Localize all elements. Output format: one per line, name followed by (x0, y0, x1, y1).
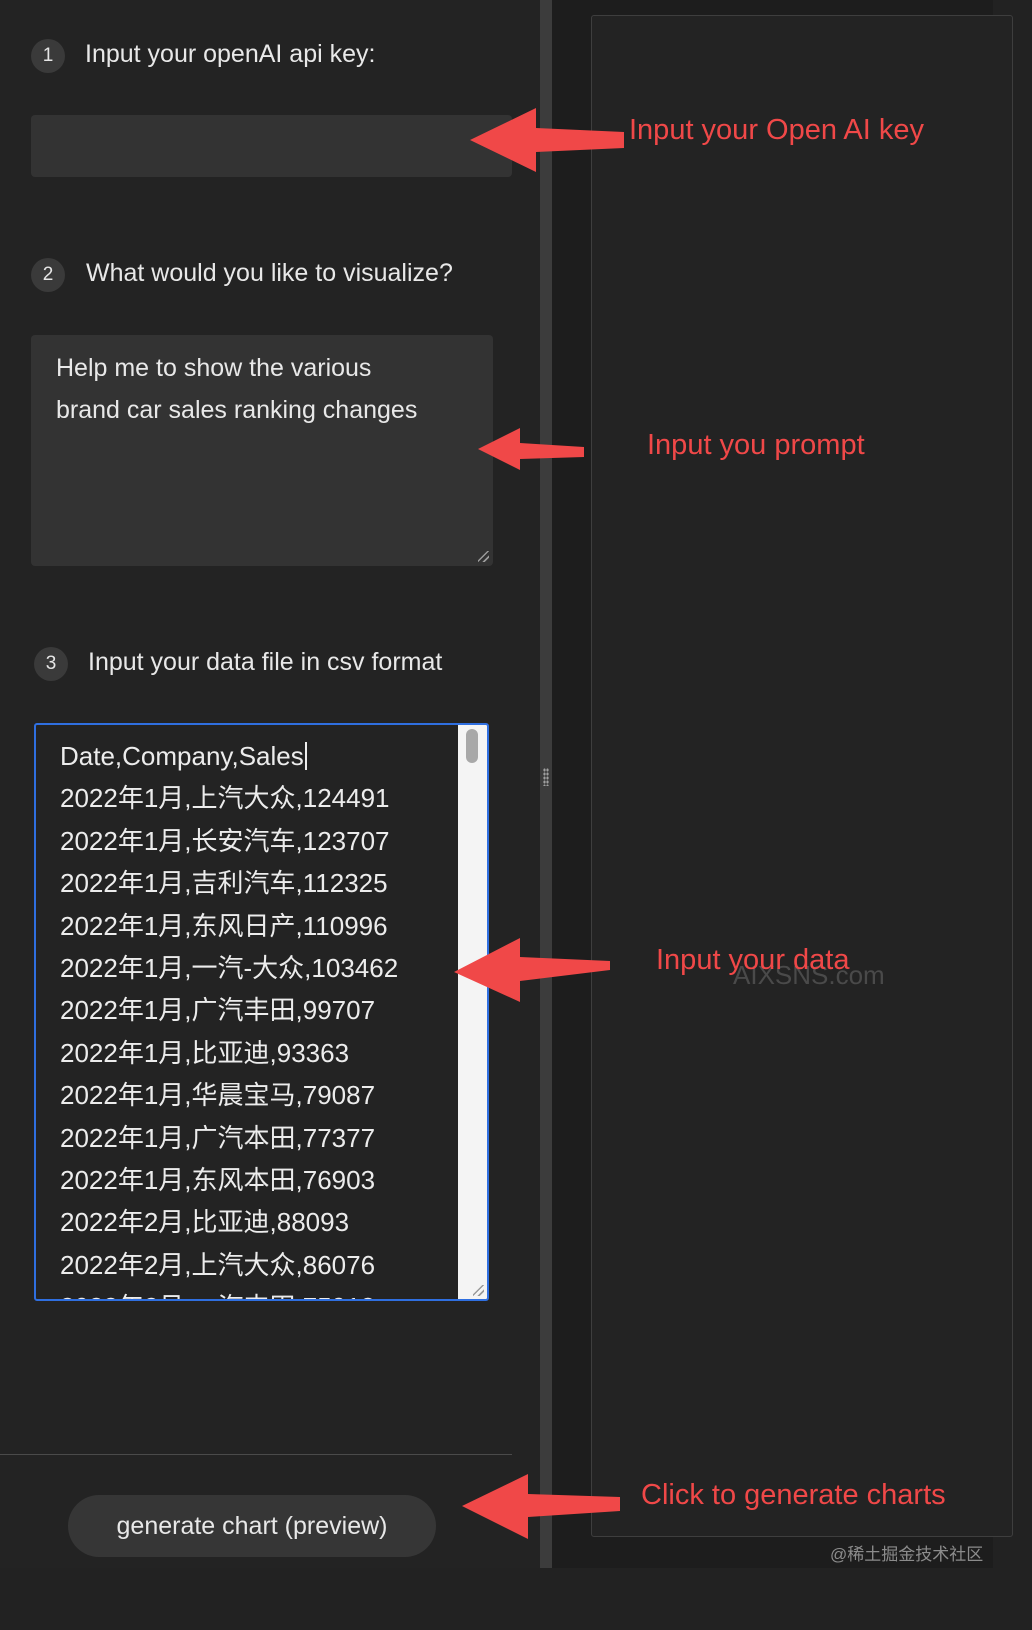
generate-chart-button[interactable]: generate chart (preview) (68, 1495, 436, 1557)
panel-splitter[interactable] (540, 0, 552, 1568)
csv-line: 2022年1月,东风本田,76903 (60, 1165, 376, 1196)
csv-line: Date,Company,Sales (60, 735, 460, 777)
csv-line: 2022年1月,上汽大众,124491 (60, 783, 390, 814)
annotation-generate: Click to generate charts (641, 1479, 946, 1511)
data-file-label: Input your data file in csv format (88, 648, 443, 676)
api-key-label: Input your openAI api key: (85, 40, 376, 68)
csv-line: 2022年1月,比亚迪,93363 (60, 1037, 350, 1068)
csv-line: 2022年1月,广汽丰田,99707 (60, 995, 376, 1026)
csv-line: 2022年1月,吉利汽车,112325 (60, 868, 388, 899)
csv-line: 2022年1月,华晨宝马,79087 (60, 1080, 376, 1111)
prompt-line: brand car sales ranking changes (56, 396, 418, 424)
resize-handle-icon[interactable] (472, 1284, 484, 1296)
scrollbar-thumb[interactable] (466, 729, 478, 763)
prompt-label: What would you like to visualize? (86, 259, 453, 287)
csv-line: 2022年1月,东风日产,110996 (60, 910, 388, 941)
csv-line: 2022年1月,广汽本田,77377 (60, 1122, 376, 1153)
resize-lines-icon (473, 1285, 484, 1296)
csv-line: 2022年2月,上汽大众,86076 (60, 1249, 376, 1280)
vertical-scrollbar[interactable] (458, 725, 487, 1299)
prompt-textarea[interactable]: Help me to show the various brand car sa… (31, 335, 493, 566)
csv-line: 2022年2月,比亚迪,88093 (60, 1207, 350, 1238)
control-panel: 1 Input your openAI api key: 2 What woul… (0, 0, 540, 1568)
step-1-badge: 1 (31, 39, 65, 73)
csv-content: Date,Company,Sales 2022年1月,上汽大众,124491 2… (60, 735, 460, 1299)
step-2-badge: 2 (31, 258, 65, 292)
chart-preview-pane (591, 15, 1013, 1537)
csv-header: Date,Company,Sales (60, 741, 304, 771)
drag-handle-icon[interactable] (543, 768, 549, 786)
csv-line: 2022年2月,一汽丰田,75913 (60, 1286, 460, 1299)
csv-line: 2022年1月,长安汽车,123707 (60, 825, 390, 856)
csv-data-textarea[interactable]: Date,Company,Sales 2022年1月,上汽大众,124491 2… (34, 723, 489, 1301)
step-3-badge: 3 (34, 647, 68, 681)
csv-line: 2022年1月,一汽-大众,103462 (60, 953, 399, 984)
annotation-api-key: Input your Open AI key (629, 114, 925, 146)
divider (0, 1454, 512, 1455)
annotation-data: Input your data (656, 944, 850, 976)
prompt-line: Help me to show the various (56, 354, 372, 382)
api-key-input[interactable] (31, 115, 512, 177)
annotation-prompt: Input you prompt (647, 429, 865, 461)
resize-handle-icon[interactable] (478, 551, 489, 562)
site-watermark: @稀土掘金技术社区 (830, 1545, 984, 1564)
text-caret (304, 742, 307, 770)
